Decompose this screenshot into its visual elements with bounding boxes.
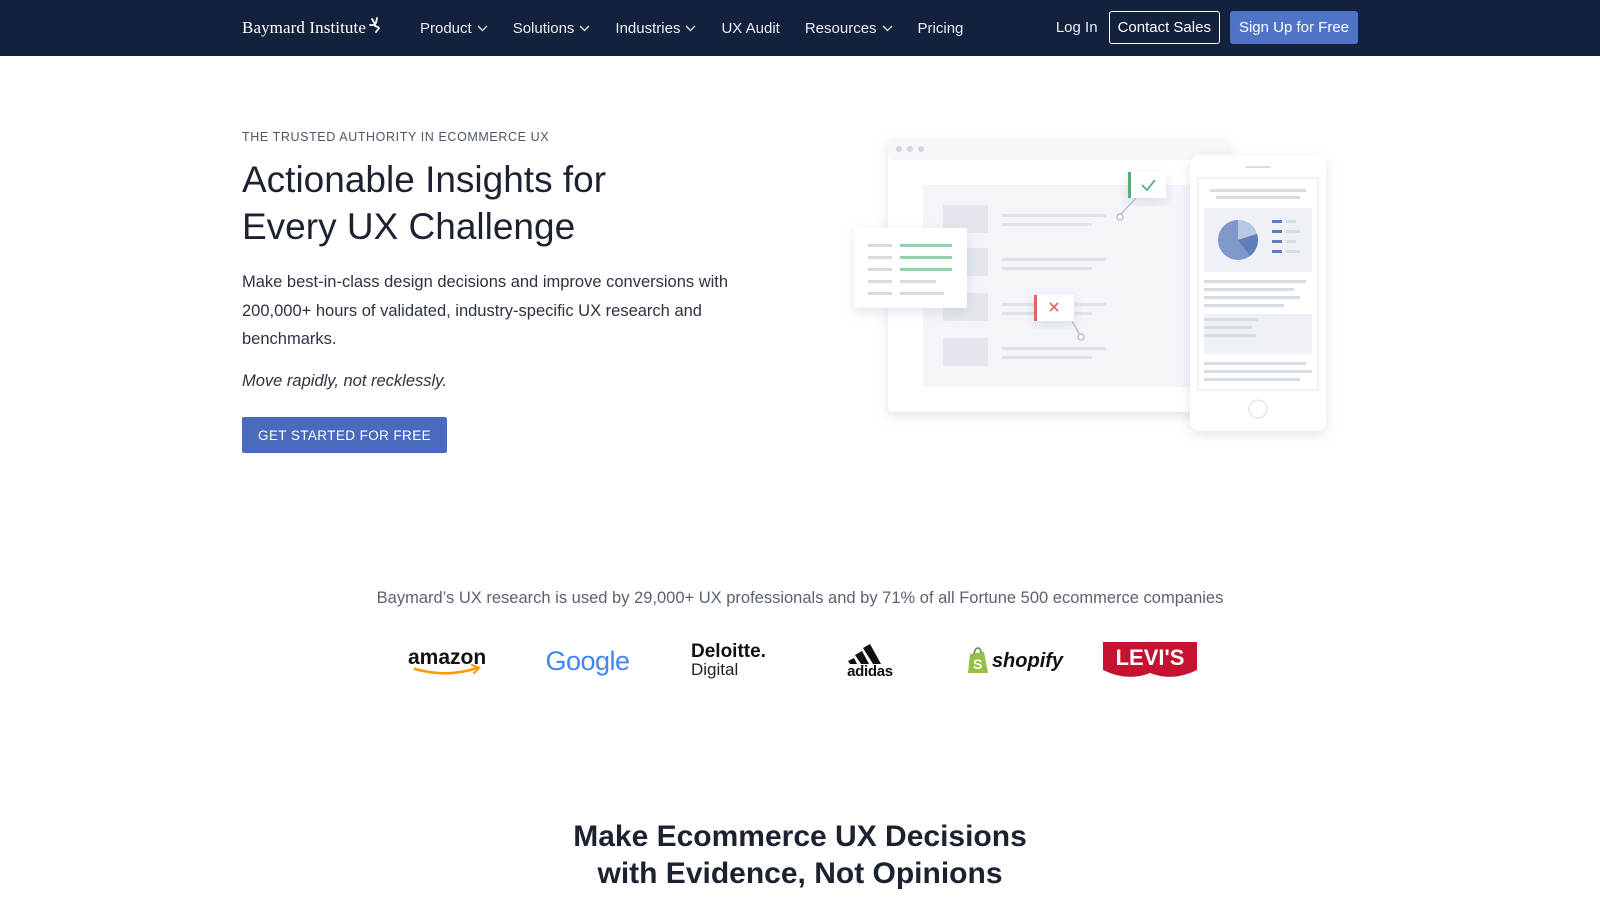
- deloitte-digital-logo: Deloitte. Digital: [685, 636, 775, 686]
- adidas-stripes-icon: [848, 643, 881, 664]
- top-navigation: Baymard Institute Product Solutions Indu…: [0, 0, 1600, 56]
- contact-sales-button[interactable]: Contact Sales: [1108, 11, 1220, 44]
- nav-item-label: Pricing: [917, 19, 964, 37]
- section-title-line-1: Make Ecommerce UX Decisions: [573, 820, 1027, 853]
- nav-item-label: UX Audit: [721, 19, 780, 37]
- hero-illustration: [854, 138, 1326, 431]
- levis-wordmark: LEVI'S: [1116, 645, 1185, 670]
- get-started-button[interactable]: GET STARTED FOR FREE: [242, 417, 448, 453]
- hero-title: Actionable Insights for Every UX Challen…: [242, 156, 762, 250]
- hero-title-line-1: Actionable Insights for: [242, 159, 607, 200]
- adidas-wordmark: adidas: [847, 662, 893, 680]
- hero-title-line-2: Every UX Challenge: [242, 206, 576, 247]
- shopify-wordmark: shopify: [991, 649, 1064, 672]
- trust-statement: Baymard’s UX research is used by 29,000+…: [376, 589, 1224, 607]
- nav-actions: Log In Contact Sales Sign Up for Free: [1056, 11, 1358, 44]
- deloitte-digital-wordmark: Digital: [691, 660, 739, 679]
- floating-list-card: [854, 228, 967, 308]
- nav-item-pricing[interactable]: Pricing: [918, 20, 964, 37]
- mobile-device-illustration: [1190, 155, 1326, 431]
- sign-up-button[interactable]: Sign Up for Free: [1229, 11, 1358, 44]
- levis-logo: LEVI'S: [1100, 636, 1200, 686]
- nav-item-product[interactable]: Product: [420, 20, 488, 37]
- nav-item-ux-audit[interactable]: UX Audit: [721, 20, 779, 37]
- section-title: Make Ecommerce UX Decisions with Evidenc…: [0, 818, 1600, 892]
- chevron-down-icon: [882, 25, 893, 32]
- baymard-logo[interactable]: Baymard Institute: [242, 16, 380, 40]
- hero-tagline: Move rapidly, not recklessly.: [242, 372, 447, 390]
- svg-text:S: S: [973, 656, 982, 672]
- nav-item-label: Industries: [615, 19, 681, 37]
- deloitte-wordmark: Deloitte.: [691, 641, 766, 662]
- google-wordmark: Google: [545, 645, 630, 676]
- hero-description: Make best-in-class design decisions and …: [242, 273, 729, 348]
- home-button-icon: [1248, 399, 1268, 419]
- google-logo: Google: [540, 636, 635, 686]
- chevron-down-icon: [686, 25, 696, 32]
- nav-item-label: Product: [420, 19, 472, 37]
- client-logos: amazon Google Deloitte. Digital adidas S…: [400, 636, 1200, 686]
- section-title-line-2: with Evidence, Not Opinions: [597, 857, 1003, 890]
- chevron-down-icon: [477, 25, 488, 32]
- nav-item-industries[interactable]: Industries: [615, 20, 696, 37]
- logo-spark-icon: [369, 17, 380, 33]
- amazon-logo: amazon: [400, 636, 495, 686]
- chevron-down-icon: [579, 25, 590, 32]
- nav-item-resources[interactable]: Resources: [805, 20, 893, 37]
- logo-text: Baymard Institute: [242, 18, 366, 37]
- nav-item-solutions[interactable]: Solutions: [513, 20, 591, 37]
- nav-item-label: Solutions: [512, 19, 575, 37]
- main-menu: Product Solutions Industries UX Audit Re…: [420, 0, 988, 56]
- login-link[interactable]: Log In: [1056, 19, 1098, 36]
- shopify-bag-icon: S: [967, 647, 988, 673]
- shopify-logo: S shopify: [960, 636, 1070, 686]
- adidas-logo: adidas: [830, 636, 910, 686]
- hero-eyebrow: THE TRUSTED AUTHORITY IN ECOMMERCE UX: [242, 130, 550, 144]
- nav-item-label: Resources: [804, 19, 877, 37]
